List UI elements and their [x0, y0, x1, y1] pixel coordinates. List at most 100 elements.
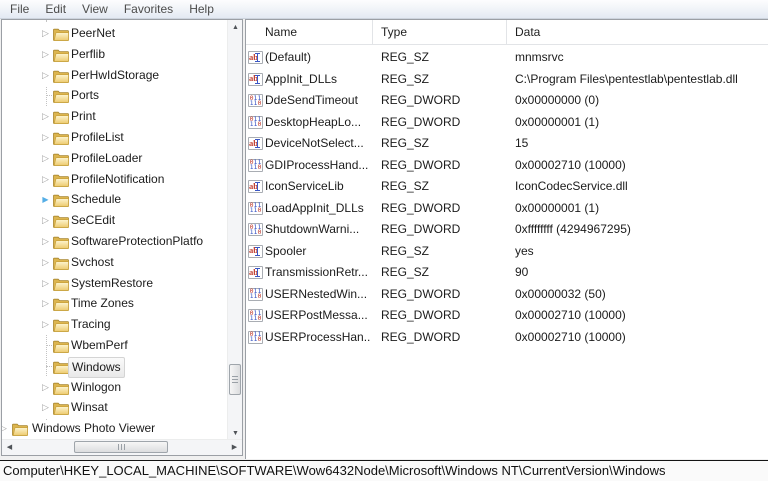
value-type: REG_SZ [381, 47, 505, 69]
dword-value-icon: 011110 [248, 288, 263, 301]
expand-chevron-icon[interactable]: ▷ [40, 231, 51, 252]
menu-edit[interactable]: Edit [37, 1, 74, 18]
expand-chevron-icon[interactable]: ▷ [40, 252, 51, 273]
value-row[interactable]: 011110GDIProcessHand...REG_DWORD0x000027… [246, 155, 768, 177]
value-row[interactable]: 011110DesktopHeapLo...REG_DWORD0x0000000… [246, 112, 768, 134]
dword-value-icon: 011110 [248, 202, 263, 215]
tree-item-label: ProfileNotification [68, 169, 167, 190]
menu-help[interactable]: Help [181, 1, 222, 18]
tree-item[interactable]: Windows [2, 356, 227, 377]
expand-chevron-icon[interactable]: ▷ [40, 44, 51, 65]
tree-item[interactable]: ▷ PeerNet [2, 23, 227, 44]
tree-horizontal-scrollbar[interactable]: ◀ ▶ [2, 439, 242, 455]
string-value-icon: ab [248, 266, 263, 279]
expand-chevron-icon[interactable]: ▷ [40, 106, 51, 127]
value-name: DesktopHeapLo... [265, 112, 371, 134]
tree-item-label: PeerNet [68, 23, 118, 44]
tree-item-label: WbemPerf [68, 335, 131, 356]
tree-item[interactable]: ▷Svchost [2, 252, 227, 273]
value-data: C:\Program Files\pentestlab\pentestlab.d… [515, 69, 764, 91]
vertical-scroll-thumb[interactable] [229, 364, 241, 395]
folder-icon [53, 381, 69, 394]
value-name: ShutdownWarni... [265, 219, 371, 241]
value-name: USERPostMessa... [265, 305, 371, 327]
tree-item[interactable]: ▷Print [2, 106, 227, 127]
value-type: REG_DWORD [381, 327, 505, 349]
tree-item[interactable]: ▷ ProfileNotification [2, 169, 227, 190]
value-row[interactable]: 011110USERPostMessa...REG_DWORD0x0000271… [246, 305, 768, 327]
value-row[interactable]: 011110ShutdownWarni...REG_DWORD0xfffffff… [246, 219, 768, 241]
expand-chevron-icon[interactable]: ▷ [40, 210, 51, 231]
tree-item-label: Tracing [68, 314, 114, 335]
tree-item[interactable]: ▷ Windows Photo Viewer [2, 418, 227, 439]
value-row[interactable]: ab(Default)REG_SZmnmsrvc [246, 47, 768, 69]
value-row[interactable]: abIconServiceLibREG_SZIconCodecService.d… [246, 176, 768, 198]
value-row[interactable]: 011110DdeSendTimeoutREG_DWORD0x00000000 … [246, 90, 768, 112]
folder-icon [53, 89, 69, 102]
value-row[interactable]: abAppInit_DLLsREG_SZC:\Program Files\pen… [246, 69, 768, 91]
tree-item-label: Ports [68, 85, 102, 106]
expand-chevron-icon[interactable]: ▷ [40, 169, 51, 190]
menu-view[interactable]: View [74, 1, 116, 18]
expand-chevron-icon[interactable]: ▷ [40, 127, 51, 148]
tree-item[interactable]: ▷Winlogon [2, 377, 227, 398]
scroll-up-icon[interactable]: ▲ [228, 20, 243, 35]
tree-item[interactable]: ▷SystemRestore [2, 273, 227, 294]
value-row[interactable]: 011110LoadAppInit_DLLsREG_DWORD0x0000000… [246, 198, 768, 220]
value-data: 0x00000032 (50) [515, 284, 764, 306]
menu-file[interactable]: File [2, 1, 37, 18]
dword-value-icon: 011110 [248, 331, 263, 344]
tree-item-label: Perflib [68, 44, 108, 65]
expand-chevron-icon[interactable]: ▷ [40, 377, 51, 398]
column-header-data[interactable]: Data [507, 20, 768, 45]
value-row[interactable]: abSpoolerREG_SZyes [246, 241, 768, 263]
value-name: DeviceNotSelect... [265, 133, 371, 155]
tree-item[interactable]: ▷ Time Zones [2, 293, 227, 314]
value-row[interactable]: abTransmissionRetr...REG_SZ90 [246, 262, 768, 284]
expand-chevron-icon[interactable]: ▷ [40, 65, 51, 86]
list-header: Name Type Data [246, 20, 768, 45]
horizontal-scroll-thumb[interactable] [74, 441, 168, 453]
expand-chevron-icon[interactable]: ▶ [40, 189, 51, 210]
folder-icon [53, 193, 69, 206]
folder-icon [53, 360, 69, 373]
registry-tree-pane: ▷ PeerNet ▷ Perflib▷PerHwIdStoragePorts▷Pri… [1, 19, 243, 456]
tree-vertical-scrollbar[interactable]: ▲ ▼ [227, 20, 242, 441]
value-data: yes [515, 241, 764, 263]
column-header-name[interactable]: Name [246, 20, 373, 45]
expand-chevron-icon[interactable]: ▷ [2, 418, 9, 439]
scroll-right-icon[interactable]: ▶ [227, 440, 242, 455]
tree-item[interactable]: WbemPerf [2, 335, 227, 356]
tree-item[interactable]: ▷ProfileList [2, 127, 227, 148]
value-type: REG_DWORD [381, 155, 505, 177]
tree-item[interactable]: ▷ProfileLoader [2, 148, 227, 169]
menu-favorites[interactable]: Favorites [116, 1, 181, 18]
expand-chevron-icon[interactable]: ▷ [40, 273, 51, 294]
tree-item[interactable]: ▷Winsat [2, 397, 227, 418]
tree-item[interactable]: ▷SoftwareProtectionPlatfo [2, 231, 227, 252]
value-type: REG_SZ [381, 133, 505, 155]
tree-item-label-selected: Windows [68, 357, 125, 378]
tree-item[interactable]: Ports [2, 85, 227, 106]
tree-item-label: Time Zones [68, 293, 137, 314]
value-row[interactable]: 011110USERNestedWin...REG_DWORD0x0000003… [246, 284, 768, 306]
tree-item[interactable]: ▷SeCEdit [2, 210, 227, 231]
value-row[interactable]: 011110USERProcessHan...REG_DWORD0x000027… [246, 327, 768, 349]
value-type: REG_DWORD [381, 219, 505, 241]
expand-chevron-icon[interactable]: ▷ [40, 397, 51, 418]
expand-chevron-icon[interactable]: ▷ [40, 314, 51, 335]
expand-chevron-icon[interactable]: ▷ [40, 23, 51, 44]
folder-icon [53, 401, 69, 414]
value-type: REG_SZ [381, 262, 505, 284]
value-name: LoadAppInit_DLLs [265, 198, 371, 220]
expand-chevron-icon[interactable]: ▷ [40, 293, 51, 314]
tree-item[interactable]: ▶Schedule [2, 189, 227, 210]
tree-item[interactable]: ▷ Tracing [2, 314, 227, 335]
tree-item-label: Windows Photo Viewer [29, 418, 158, 439]
column-header-type[interactable]: Type [373, 20, 507, 45]
expand-chevron-icon[interactable]: ▷ [40, 148, 51, 169]
tree-item[interactable]: ▷PerHwIdStorage [2, 65, 227, 86]
scroll-left-icon[interactable]: ◀ [2, 440, 17, 455]
value-row[interactable]: abDeviceNotSelect...REG_SZ15 [246, 133, 768, 155]
tree-item[interactable]: ▷ Perflib [2, 44, 227, 65]
